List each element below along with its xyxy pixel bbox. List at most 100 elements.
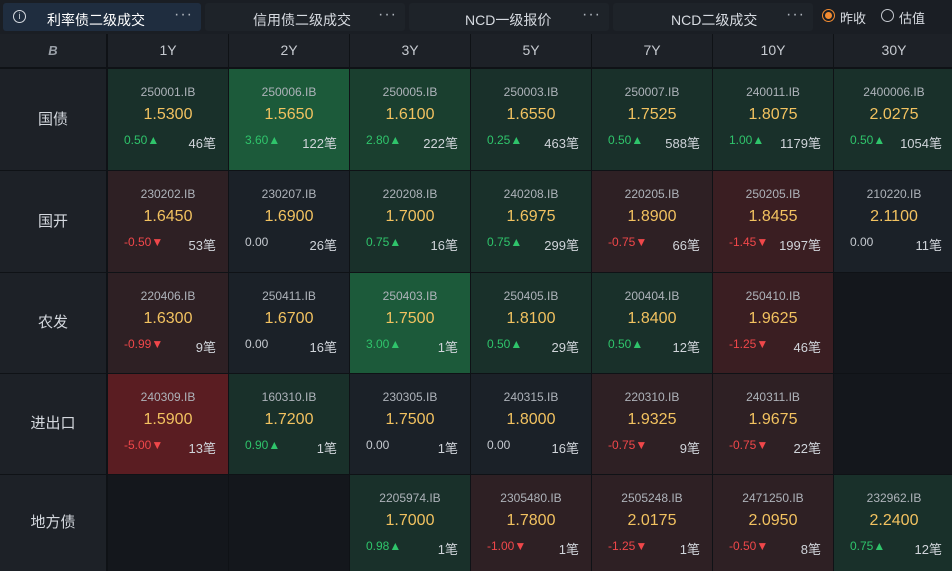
row-label: 农发 bbox=[0, 273, 106, 373]
yield-value: 1.8100 bbox=[506, 310, 556, 327]
yield-change: 0.25▲ bbox=[487, 133, 523, 147]
empty-cell bbox=[834, 374, 952, 474]
quote-cell[interactable]: 240311.IB 1.9675 -0.75▼ 22笔 bbox=[713, 374, 833, 474]
radio-prev-close[interactable] bbox=[822, 9, 835, 22]
bond-code: 2471250.IB bbox=[742, 491, 804, 505]
yield-value: 1.7000 bbox=[385, 208, 435, 225]
tab-credit-bond-trades[interactable]: 信用债二级成交 ··· bbox=[205, 3, 405, 31]
quote-cell[interactable]: 240208.IB 1.6975 0.75▲ 299笔 bbox=[471, 171, 591, 272]
yield-value: 1.6100 bbox=[385, 106, 435, 123]
quote-cell[interactable]: 250205.IB 1.8455 -1.45▼ 1997笔 bbox=[713, 171, 833, 272]
more-icon[interactable]: ··· bbox=[174, 6, 193, 24]
bond-code: 240309.IB bbox=[140, 390, 196, 404]
yield-value: 1.7500 bbox=[385, 310, 435, 327]
quote-cell[interactable]: 160310.IB 1.7200 0.90▲ 1笔 bbox=[229, 374, 349, 474]
quote-cell[interactable]: 240309.IB 1.5900 -5.00▼ 13笔 bbox=[108, 374, 228, 474]
quote-cell[interactable]: 250403.IB 1.7500 3.00▲ 1笔 bbox=[350, 273, 470, 373]
bond-code: 200404.IB bbox=[624, 289, 680, 303]
bond-code: 240011.IB bbox=[746, 85, 800, 99]
trade-count: 1179笔 bbox=[780, 136, 821, 151]
row-label: 进出口 bbox=[0, 374, 106, 474]
trade-count: 1054笔 bbox=[900, 136, 942, 151]
quote-cell[interactable]: 250007.IB 1.7525 0.50▲ 588笔 bbox=[592, 69, 712, 170]
tenor-header-5y[interactable]: 5Y bbox=[471, 34, 591, 67]
trade-count: 12笔 bbox=[914, 542, 942, 557]
bond-code: 220205.IB bbox=[624, 187, 680, 201]
bond-code: 220310.IB bbox=[624, 390, 680, 404]
yield-value: 1.5650 bbox=[264, 106, 314, 123]
trade-count: 1笔 bbox=[558, 542, 579, 557]
more-icon[interactable]: ··· bbox=[582, 6, 601, 24]
quote-cell[interactable]: 230305.IB 1.7500 0.00 1笔 bbox=[350, 374, 470, 474]
quote-cell[interactable]: 200404.IB 1.8400 0.50▲ 12笔 bbox=[592, 273, 712, 373]
trade-count: 46笔 bbox=[793, 340, 821, 355]
quote-cell[interactable]: 250405.IB 1.8100 0.50▲ 29笔 bbox=[471, 273, 591, 373]
more-icon[interactable]: ··· bbox=[786, 6, 805, 24]
bond-code: 2400006.IB bbox=[863, 85, 925, 99]
quote-cell[interactable]: 232962.IB 2.2400 0.75▲ 12笔 bbox=[834, 475, 952, 571]
yield-change: -1.25▼ bbox=[608, 539, 648, 553]
tenor-header-30y[interactable]: 30Y bbox=[834, 34, 952, 67]
quote-cell[interactable]: 250411.IB 1.6700 0.00 16笔 bbox=[229, 273, 349, 373]
trade-count: 8笔 bbox=[800, 542, 821, 557]
trade-count: 13笔 bbox=[188, 441, 216, 456]
bond-code: 160310.IB bbox=[261, 390, 317, 404]
quote-cell[interactable]: 250001.IB 1.5300 0.50▲ 46笔 bbox=[108, 69, 228, 170]
quote-cell[interactable]: 250005.IB 1.6100 2.80▲ 222笔 bbox=[350, 69, 470, 170]
yield-value: 1.6550 bbox=[506, 106, 556, 123]
quote-cell[interactable]: 230202.IB 1.6450 -0.50▼ 53笔 bbox=[108, 171, 228, 272]
info-icon[interactable]: i bbox=[13, 10, 26, 23]
bond-code: 250001.IB bbox=[140, 85, 196, 99]
yield-value: 2.0275 bbox=[869, 106, 919, 123]
quote-cell[interactable]: 220406.IB 1.6300 -0.99▼ 9笔 bbox=[108, 273, 228, 373]
quote-cell[interactable]: 240011.IB 1.8075 1.00▲ 1179笔 bbox=[713, 69, 833, 170]
tab-rates-bond-trades[interactable]: i 利率债二级成交 ··· bbox=[3, 3, 201, 31]
quote-cell[interactable]: 250006.IB 1.5650 3.60▲ 122笔 bbox=[229, 69, 349, 170]
yield-value: 1.7525 bbox=[627, 106, 677, 123]
trade-count: 122笔 bbox=[302, 136, 337, 151]
tab-label: 利率债二级成交 bbox=[47, 12, 145, 28]
quote-cell[interactable]: 230207.IB 1.6900 0.00 26笔 bbox=[229, 171, 349, 272]
tenor-header-7y[interactable]: 7Y bbox=[592, 34, 712, 67]
bond-code: 232962.IB bbox=[866, 491, 922, 505]
tenor-header-3y[interactable]: 3Y bbox=[350, 34, 470, 67]
row-label: 国开 bbox=[0, 171, 106, 272]
trade-count: 26笔 bbox=[309, 238, 337, 253]
yield-value: 1.9325 bbox=[627, 411, 677, 428]
quote-cell[interactable]: 250003.IB 1.6550 0.25▲ 463笔 bbox=[471, 69, 591, 170]
tenor-header-1y[interactable]: 1Y bbox=[108, 34, 228, 67]
quote-cell[interactable]: 240315.IB 1.8000 0.00 16笔 bbox=[471, 374, 591, 474]
quote-cell[interactable]: 2505248.IB 2.0175 -1.25▼ 1笔 bbox=[592, 475, 712, 571]
radio-prev-close-label[interactable]: 昨收 bbox=[840, 8, 866, 27]
tab-ncd-primary-quotes[interactable]: NCD一级报价 ··· bbox=[409, 3, 609, 31]
more-icon[interactable]: ··· bbox=[378, 6, 397, 24]
radio-valuation[interactable] bbox=[881, 9, 894, 22]
bond-code: 230305.IB bbox=[382, 390, 438, 404]
tenor-header-10y[interactable]: 10Y bbox=[713, 34, 833, 67]
radio-valuation-label[interactable]: 估值 bbox=[899, 8, 925, 27]
yield-value: 1.9675 bbox=[748, 411, 798, 428]
yield-change: -0.75▼ bbox=[608, 438, 648, 452]
tenor-header-2y[interactable]: 2Y bbox=[229, 34, 349, 67]
quote-cell[interactable]: 2305480.IB 1.7800 -1.00▼ 1笔 bbox=[471, 475, 591, 571]
yield-value: 1.7800 bbox=[506, 512, 556, 529]
quote-cell[interactable]: 220310.IB 1.9325 -0.75▼ 9笔 bbox=[592, 374, 712, 474]
quote-cell[interactable]: 210220.IB 2.1100 0.00 11笔 bbox=[834, 171, 952, 272]
tab-ncd-secondary-trades[interactable]: NCD二级成交 ··· bbox=[613, 3, 813, 31]
quote-cell[interactable]: 220208.IB 1.7000 0.75▲ 16笔 bbox=[350, 171, 470, 272]
yield-change: -0.75▼ bbox=[729, 438, 769, 452]
yield-change: -1.25▼ bbox=[729, 337, 769, 351]
yield-change: 0.75▲ bbox=[366, 235, 402, 249]
tab-bar: i 利率债二级成交 ··· 信用债二级成交 ··· NCD一级报价 ··· NC… bbox=[0, 0, 952, 34]
yield-value: 1.6450 bbox=[143, 208, 193, 225]
bond-code: 230202.IB bbox=[140, 187, 196, 201]
quote-cell[interactable]: 220205.IB 1.8900 -0.75▼ 66笔 bbox=[592, 171, 712, 272]
yield-value: 1.7000 bbox=[385, 512, 435, 529]
bond-code: 220208.IB bbox=[382, 187, 438, 201]
trade-count: 1笔 bbox=[437, 542, 458, 557]
quote-cell[interactable]: 250410.IB 1.9625 -1.25▼ 46笔 bbox=[713, 273, 833, 373]
quote-cell[interactable]: 2400006.IB 2.0275 0.50▲ 1054笔 bbox=[834, 69, 952, 170]
quote-cell[interactable]: 2471250.IB 2.0950 -0.50▼ 8笔 bbox=[713, 475, 833, 571]
quote-cell[interactable]: 2205974.IB 1.7000 0.98▲ 1笔 bbox=[350, 475, 470, 571]
yield-change: 0.00 bbox=[487, 438, 511, 452]
